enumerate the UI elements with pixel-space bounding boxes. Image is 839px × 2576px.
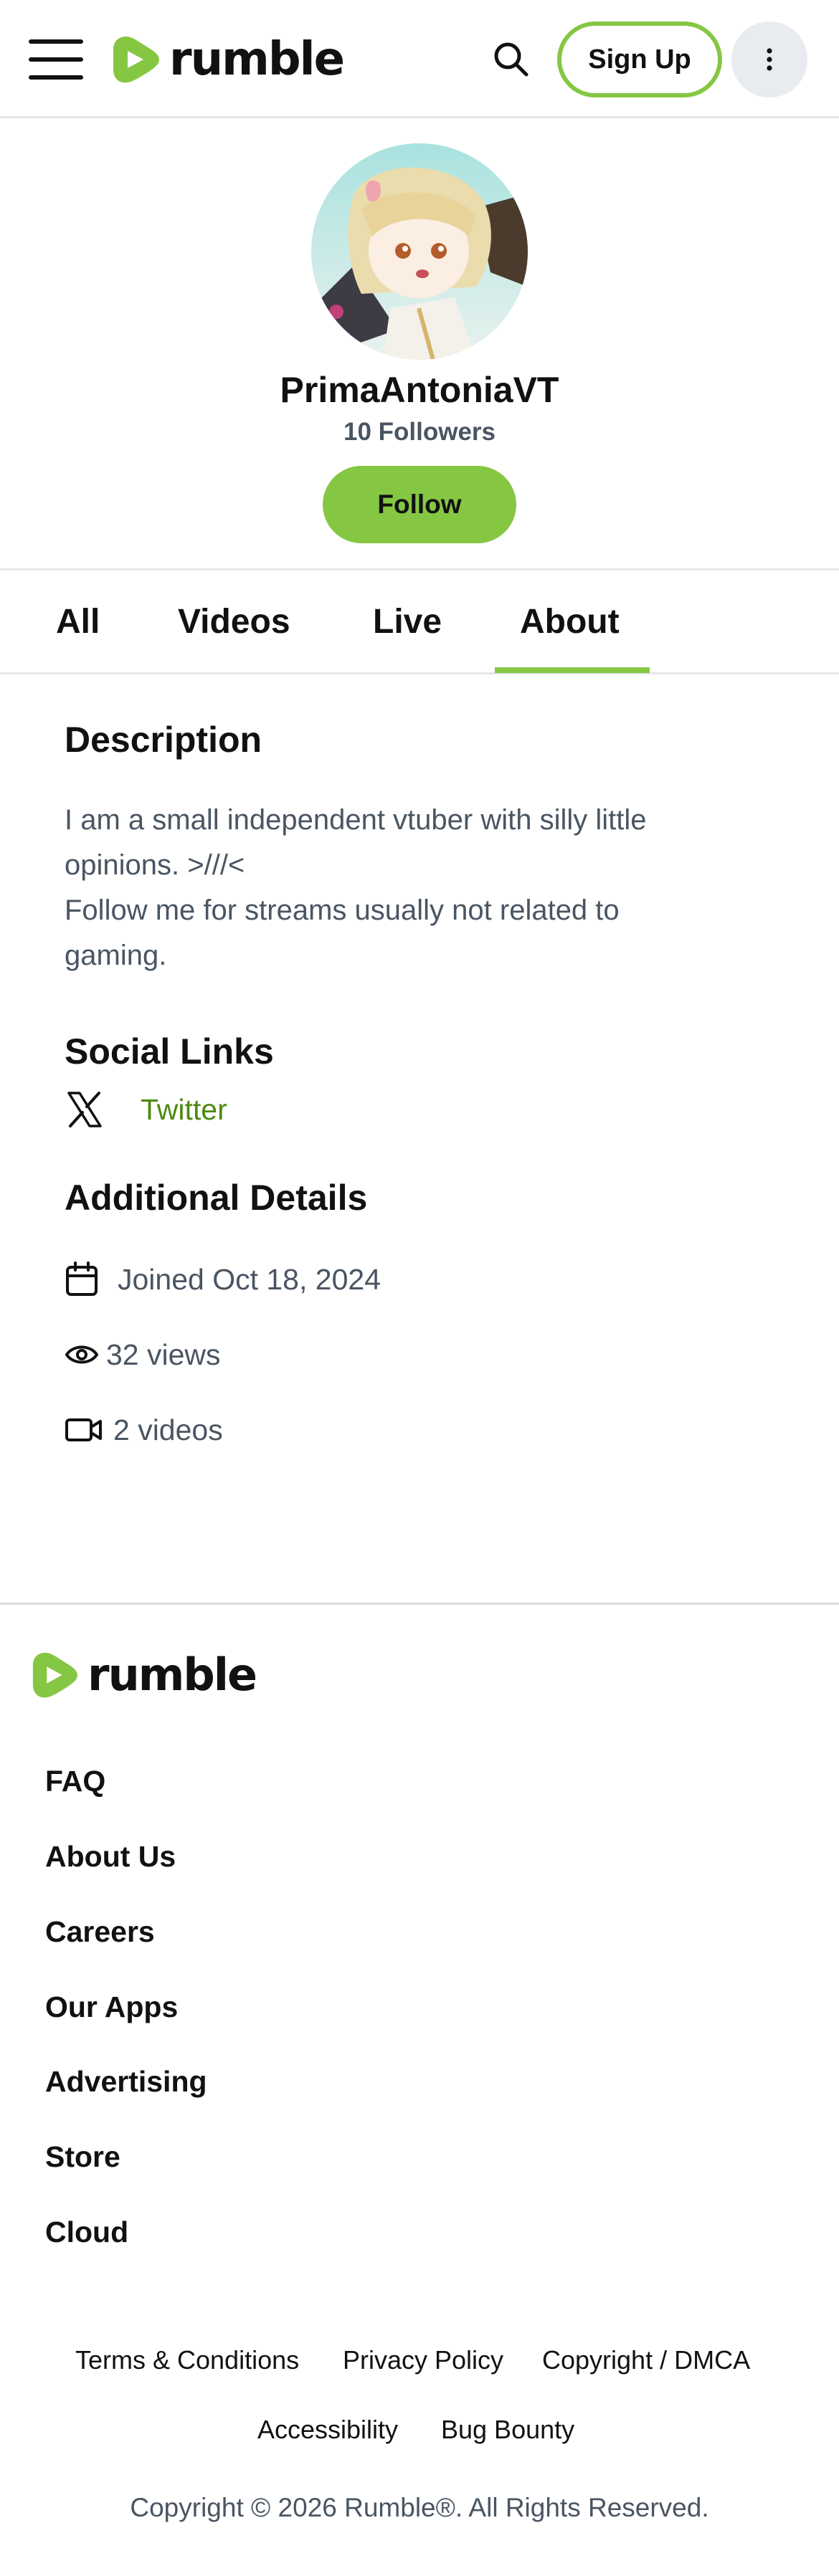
description-line: I am a small independent vtuber with sil…	[65, 804, 647, 836]
footer-logo-text: rumble	[87, 1649, 257, 1701]
site-header: rumble Sign Up	[0, 0, 839, 118]
video-camera-icon	[65, 1416, 103, 1444]
tab-all[interactable]: All	[56, 571, 100, 672]
avatar-image	[311, 143, 528, 360]
description-line: gaming.	[65, 940, 167, 971]
videos-row: 2 videos	[65, 1408, 223, 1451]
description-line: opinions. >///<	[65, 849, 245, 881]
footer-link-cloud[interactable]: Cloud	[45, 2215, 128, 2249]
hamburger-menu-icon[interactable]	[29, 39, 83, 80]
twitter-link[interactable]: Twitter	[141, 1093, 227, 1127]
channel-tabs: All Videos Live About	[0, 568, 839, 674]
footer-link-our-apps[interactable]: Our Apps	[45, 1990, 178, 2024]
tab-live[interactable]: Live	[373, 571, 442, 672]
social-links-heading: Social Links	[65, 1031, 274, 1072]
footer-link-bug-bounty[interactable]: Bug Bounty	[441, 2415, 574, 2445]
eye-icon	[65, 1342, 99, 1368]
rumble-logo[interactable]: rumble	[110, 32, 345, 87]
copyright-notice: Copyright © 2026 Rumble®. All Rights Res…	[130, 2493, 709, 2522]
search-button[interactable]	[488, 36, 534, 82]
description-text: I am a small independent vtuber with sil…	[65, 798, 753, 978]
tab-videos[interactable]: Videos	[178, 571, 290, 672]
footer-link-accessibility[interactable]: Accessibility	[257, 2415, 398, 2445]
active-tab-indicator	[495, 667, 650, 673]
joined-date-row: Joined Oct 18, 2024	[65, 1258, 381, 1301]
channel-name: PrimaAntoniaVT	[280, 370, 559, 410]
description-heading: Description	[65, 720, 262, 760]
rumble-play-icon	[113, 37, 159, 83]
footer-link-advertising[interactable]: Advertising	[45, 2065, 207, 2099]
rumble-play-icon	[32, 1652, 78, 1698]
footer-rumble-logo[interactable]: rumble	[30, 1649, 257, 1702]
views-row: 32 views	[65, 1333, 221, 1376]
x-logo-icon	[67, 1092, 102, 1127]
description-line: Follow me for streams usually not relate…	[65, 895, 620, 926]
footer-link-privacy[interactable]: Privacy Policy	[343, 2345, 503, 2375]
calendar-icon	[65, 1261, 99, 1297]
joined-date: Joined Oct 18, 2024	[118, 1262, 381, 1296]
footer-divider	[0, 1603, 839, 1605]
social-link-twitter[interactable]: Twitter	[65, 1082, 227, 1137]
search-icon	[494, 42, 528, 77]
avatar	[311, 143, 528, 360]
footer-link-careers[interactable]: Careers	[45, 1915, 155, 1949]
sign-up-button[interactable]: Sign Up	[557, 22, 722, 97]
follower-count: 10 Followers	[343, 418, 496, 446]
footer-link-faq[interactable]: FAQ	[45, 1765, 105, 1798]
additional-details-heading: Additional Details	[65, 1178, 368, 1218]
footer-link-store[interactable]: Store	[45, 2140, 120, 2174]
views-count: 32 views	[106, 1337, 221, 1371]
tab-about[interactable]: About	[520, 571, 620, 672]
footer-link-terms[interactable]: Terms & Conditions	[75, 2345, 299, 2375]
follow-button[interactable]: Follow	[323, 466, 516, 543]
logo-text: rumble	[169, 33, 345, 86]
more-options-button[interactable]	[731, 22, 807, 97]
footer-link-copyright-dmca[interactable]: Copyright / DMCA	[542, 2345, 750, 2375]
videos-count: 2 videos	[113, 1413, 223, 1446]
footer-link-about-us[interactable]: About Us	[45, 1840, 176, 1874]
vertical-ellipsis-icon	[767, 48, 772, 71]
